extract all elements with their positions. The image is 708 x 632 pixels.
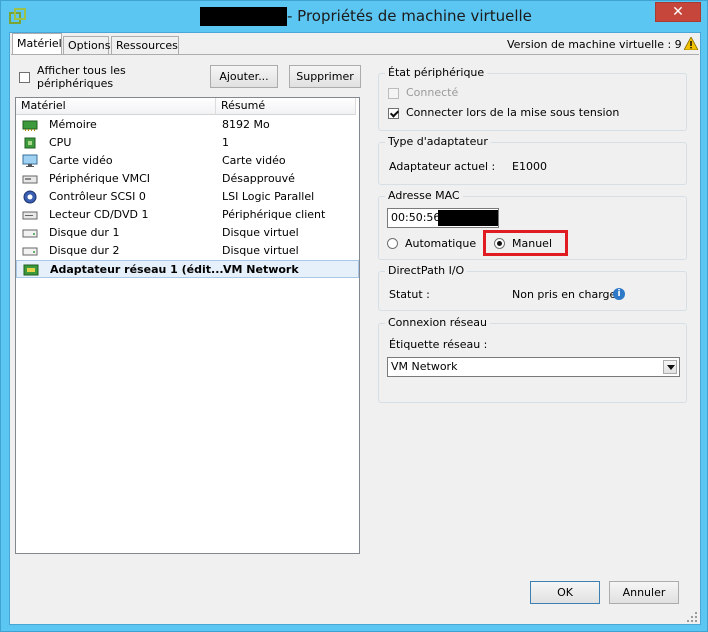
show-all-devices-checkbox[interactable] — [19, 72, 30, 83]
directpath-group: DirectPath I/O Statut : Non pris en char… — [378, 264, 687, 311]
hardware-summary: Désapprouvé — [222, 172, 295, 185]
show-all-devices-label-line2: périphériques — [37, 77, 114, 90]
chevron-down-icon[interactable] — [663, 360, 677, 374]
disk-icon — [22, 247, 38, 256]
memory-icon — [22, 120, 38, 131]
hardware-name: Mémoire — [49, 118, 97, 131]
hardware-name: Carte vidéo — [49, 154, 113, 167]
network-label-text: Étiquette réseau : — [389, 338, 488, 351]
vm-version-text: Version de machine virtuelle : 9 — [507, 38, 682, 51]
automatic-radio[interactable] — [387, 238, 398, 249]
hardware-row-cd-dvd[interactable]: Lecteur CD/DVD 1 Périphérique client — [16, 206, 359, 224]
current-adapter-label: Adaptateur actuel : — [389, 160, 496, 173]
hardware-summary: Carte vidéo — [222, 154, 286, 167]
hardware-row-memoire[interactable]: Mémoire 8192 Mo — [16, 116, 359, 134]
redacted-vm-name — [200, 7, 287, 26]
directpath-status-label: Statut : — [389, 288, 430, 301]
hardware-name: Périphérique VMCI — [49, 172, 151, 185]
resize-grip-icon[interactable] — [686, 611, 698, 623]
current-adapter-value: E1000 — [512, 160, 547, 173]
directpath-legend: DirectPath I/O — [385, 264, 468, 277]
dialog-client: Matériel Options Ressources Version de m… — [9, 32, 701, 625]
column-header-materiel[interactable]: Matériel — [16, 98, 216, 114]
cpu-icon — [24, 137, 36, 149]
hardware-summary: LSI Logic Parallel — [222, 190, 315, 203]
network-label-select[interactable]: VM Network — [387, 357, 680, 377]
add-button[interactable]: Ajouter... — [210, 65, 278, 88]
tab-materiel[interactable]: Matériel — [12, 33, 62, 55]
tab-ressources[interactable]: Ressources — [111, 36, 179, 54]
ok-button[interactable]: OK — [530, 581, 600, 604]
mac-address-group: Adresse MAC 00:50:56: Automatique Manuel — [378, 189, 687, 260]
window-title: - Propriétés de machine virtuelle — [287, 7, 532, 25]
hardware-summary: Périphérique client — [222, 208, 326, 221]
close-button[interactable]: ✕ — [655, 2, 701, 22]
network-connection-group: Connexion réseau Étiquette réseau : VM N… — [378, 316, 687, 403]
cancel-button[interactable]: Annuler — [609, 581, 679, 604]
hardware-name: Adaptateur réseau 1 (édit... — [50, 263, 224, 276]
info-icon[interactable]: i — [613, 288, 625, 300]
device-status-group: État périphérique Connecté Connecter lor… — [378, 66, 687, 131]
warning-icon — [684, 37, 698, 50]
show-all-devices-label-line1: Afficher tous les — [37, 64, 126, 77]
connect-on-power-checkbox[interactable] — [388, 108, 399, 119]
manual-radio[interactable] — [494, 238, 505, 249]
directpath-status-value: Non pris en charge — [512, 288, 617, 301]
redacted-mac-suffix — [438, 210, 498, 226]
hardware-row-disque-1[interactable]: Disque dur 1 Disque virtuel — [16, 224, 359, 242]
hardware-summary: VM Network — [223, 263, 299, 276]
disk-icon — [22, 229, 38, 238]
mac-address-field[interactable]: 00:50:56: — [387, 208, 499, 228]
hardware-summary: 1 — [222, 136, 229, 149]
vm-app-icon — [9, 8, 26, 24]
adapter-type-legend: Type d'adaptateur — [385, 135, 491, 148]
hardware-tab-panel: Afficher tous les périphériques Ajouter.… — [11, 54, 699, 567]
network-connection-legend: Connexion réseau — [385, 316, 490, 329]
connected-label: Connecté — [406, 86, 459, 99]
network-label-value: VM Network — [391, 360, 458, 373]
mac-address-legend: Adresse MAC — [385, 189, 463, 202]
hardware-row-vmci[interactable]: Périphérique VMCI Désapprouvé — [16, 170, 359, 188]
hardware-summary: Disque virtuel — [222, 226, 299, 239]
hardware-summary: 8192 Mo — [222, 118, 270, 131]
hardware-row-disque-2[interactable]: Disque dur 2 Disque virtuel — [16, 242, 359, 260]
device-status-legend: État périphérique — [385, 66, 488, 79]
title-bar[interactable]: - Propriétés de machine virtuelle ✕ — [1, 1, 708, 31]
hardware-row-carte-video[interactable]: Carte vidéo Carte vidéo — [16, 152, 359, 170]
manual-label: Manuel — [512, 237, 552, 250]
hardware-summary: Disque virtuel — [222, 244, 299, 257]
cd-drive-icon — [22, 211, 38, 220]
hardware-row-scsi[interactable]: Contrôleur SCSI 0 LSI Logic Parallel — [16, 188, 359, 206]
hardware-name: Disque dur 2 — [49, 244, 120, 257]
hardware-name: Lecteur CD/DVD 1 — [49, 208, 149, 221]
mac-address-value: 00:50:56: — [391, 211, 445, 224]
hardware-name: Contrôleur SCSI 0 — [49, 190, 146, 203]
hardware-name: Disque dur 1 — [49, 226, 120, 239]
scsi-icon — [23, 190, 37, 204]
remove-button[interactable]: Supprimer — [289, 65, 361, 88]
connected-checkbox[interactable] — [388, 88, 399, 99]
automatic-label: Automatique — [405, 237, 477, 250]
hardware-name: CPU — [49, 136, 72, 149]
tab-options[interactable]: Options — [63, 36, 110, 54]
column-header-resume[interactable]: Résumé — [216, 98, 356, 114]
monitor-icon — [22, 154, 38, 167]
window-frame: - Propriétés de machine virtuelle ✕ Maté… — [0, 0, 708, 632]
hardware-list[interactable]: Matériel Résumé Mémoire 8192 Mo CPU 1 Ca… — [15, 97, 360, 554]
hardware-list-header: Matériel Résumé — [16, 98, 356, 115]
hardware-row-cpu[interactable]: CPU 1 — [16, 134, 359, 152]
connect-on-power-label: Connecter lors de la mise sous tension — [406, 106, 620, 119]
adapter-type-group: Type d'adaptateur Adaptateur actuel : E1… — [378, 135, 687, 185]
network-adapter-icon — [23, 264, 39, 276]
device-icon — [22, 175, 38, 184]
hardware-row-adaptateur-reseau[interactable]: Adaptateur réseau 1 (édit... VM Network — [16, 260, 359, 278]
